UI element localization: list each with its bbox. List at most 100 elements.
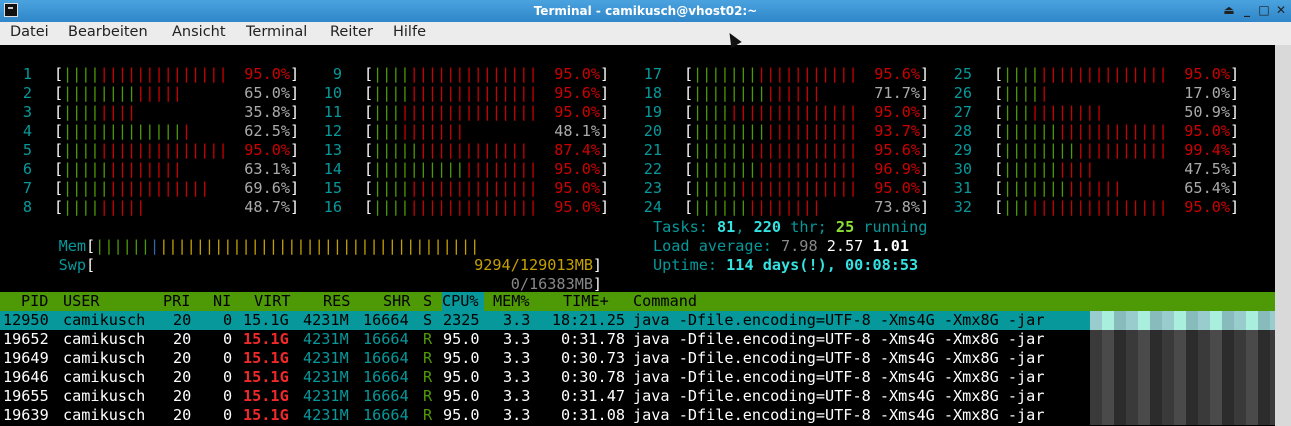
col-pid[interactable]: PID xyxy=(21,292,48,311)
process-pri: 20 xyxy=(173,311,192,329)
process-ni: 0 xyxy=(223,349,233,367)
cpu-meter-12: 12[|||||||||| 48.1%] xyxy=(310,122,610,141)
cpu-usage-bar: |||||||||| xyxy=(373,122,465,140)
cpu-usage-bar: ||||||||||||||||| xyxy=(373,141,529,159)
process-time: 18:21.25 xyxy=(551,311,625,329)
process-row[interactable]: 12950 camikusch 20 0 15.1G 4231M 16664 S 2325 3.3… xyxy=(0,311,1275,330)
process-user: camikusch xyxy=(63,406,146,424)
process-ni: 0 xyxy=(223,330,233,348)
process-shr: 16664 xyxy=(363,349,409,367)
cpu-number: 19 xyxy=(643,103,662,121)
maximize-window-icon[interactable]: □ xyxy=(1257,3,1271,17)
cpu-percent: 71.7% xyxy=(874,84,920,102)
cpu-percent: 93.7% xyxy=(874,122,920,140)
cpu-number: 3 xyxy=(22,103,32,121)
cpu-number: 29 xyxy=(953,141,972,159)
cpu-meter-32: 32[|||||||||||||||||| 95.0%] xyxy=(940,198,1240,217)
process-cpu: 95.0 xyxy=(443,349,480,367)
process-cmd: java -Dfile.encoding=UTF-8 -Xms4G -Xmx8G… xyxy=(633,311,1045,329)
window-titlebar[interactable]: Terminal - camikusch@vhost02:~ ⏏ _ □ ✕ xyxy=(0,0,1291,22)
cpu-usage-bar: |||||||||||||||||| xyxy=(1003,122,1168,140)
cpu-usage-bar: |||||||||||||||||| xyxy=(373,103,538,121)
col-state[interactable]: S xyxy=(423,292,432,311)
redacted-region xyxy=(1090,406,1275,425)
col-command[interactable]: Command xyxy=(633,292,697,311)
uptime-value: 114 days(!), 00:08:53 xyxy=(726,256,919,274)
uptime-line: Uptime: 114 days(!), 00:08:53 xyxy=(653,256,919,274)
redacted-region xyxy=(1090,349,1275,368)
cpu-number: 11 xyxy=(323,103,342,121)
menu-terminal[interactable]: Terminal xyxy=(246,24,307,40)
cpu-percent: 95.0% xyxy=(554,160,600,178)
col-cpu[interactable]: CPU% xyxy=(442,292,484,311)
process-mem: 3.3 xyxy=(503,330,531,348)
cpu-meter-26: 26[||||| 17.0%] xyxy=(940,84,1240,103)
col-res[interactable]: RES xyxy=(323,292,350,311)
running-count: 25 xyxy=(835,218,855,236)
shade-window-icon[interactable]: ⏏ xyxy=(1222,3,1236,17)
cpu-number: 15 xyxy=(323,179,342,197)
process-row[interactable]: 19649 camikusch 20 0 15.1G 4231M 16664 R 95.0 3.3… xyxy=(0,349,1275,368)
process-pri: 20 xyxy=(173,368,192,386)
process-row[interactable]: 19652 camikusch 20 0 15.1G 4231M 16664 R 95.0 3.3… xyxy=(0,330,1275,349)
cpu-number: 24 xyxy=(643,198,662,216)
process-row[interactable]: 19639 camikusch 20 0 15.1G 4231M 16664 R 95.0 3.3… xyxy=(0,406,1275,425)
cpu-number: 23 xyxy=(643,179,662,197)
cpu-percent: 65.4% xyxy=(1184,179,1230,197)
process-row[interactable]: 19646 camikusch 20 0 15.1G 4231M 16664 R 95.0 3.3… xyxy=(0,368,1275,387)
redacted-region xyxy=(1090,387,1275,406)
cpu-meter-25: 25[|||||||||||||||||| 95.0%] xyxy=(940,65,1240,84)
cpu-usage-bar: |||||||||||||||||| xyxy=(63,141,228,159)
cpu-percent: 95.6% xyxy=(874,65,920,83)
menu-ansicht[interactable]: Ansicht xyxy=(172,24,226,40)
cpu-meter-7: 7[|||||||||||||||| 69.6%] xyxy=(0,179,300,198)
process-time: 0:30.78 xyxy=(560,368,625,386)
process-s: R xyxy=(423,368,433,386)
cpu-percent: 95.0% xyxy=(244,141,290,159)
process-user: camikusch xyxy=(63,311,146,329)
menu-bearbeiten[interactable]: Bearbeiten xyxy=(68,24,148,40)
terminal-scrollbar[interactable] xyxy=(1275,45,1291,426)
process-row[interactable]: 19655 camikusch 20 0 15.1G 4231M 16664 R 95.0 3.3… xyxy=(0,387,1275,406)
cpu-meter-6: 6[||||||||||||| 63.1%] xyxy=(0,160,300,179)
cpu-meter-23: 23[|||||||||||||||||| 95.0%] xyxy=(630,179,930,198)
cpu-meter-4: 4[|||||||||||||| 62.5%] xyxy=(0,122,300,141)
cpu-percent: 47.5% xyxy=(1184,160,1230,178)
close-window-icon[interactable]: ✕ xyxy=(1274,3,1288,17)
cpu-percent: 73.8% xyxy=(874,198,920,216)
cpu-usage-bar: |||||||||||||||||| xyxy=(693,65,858,83)
menu-datei[interactable]: Datei xyxy=(10,24,49,40)
cpu-percent: 69.6% xyxy=(244,179,290,197)
cpu-percent: 48.7% xyxy=(244,198,290,216)
col-user[interactable]: USER xyxy=(63,292,100,311)
cpu-number: 16 xyxy=(323,198,342,216)
minimize-window-icon[interactable]: _ xyxy=(1240,3,1254,17)
process-s: R xyxy=(423,349,433,367)
process-shr: 16664 xyxy=(363,311,409,329)
cpu-number: 5 xyxy=(22,141,32,159)
col-virt[interactable]: VIRT xyxy=(254,292,291,311)
process-s: S xyxy=(423,311,433,329)
process-time: 0:31.78 xyxy=(560,330,625,348)
col-mem[interactable]: MEM% xyxy=(493,292,530,311)
process-res: 4231M xyxy=(303,387,349,405)
menu-reiter[interactable]: Reiter xyxy=(330,24,373,40)
cpu-percent: 95.0% xyxy=(554,65,600,83)
load-15: 1.01 xyxy=(872,237,910,255)
col-time[interactable]: TIME+ xyxy=(563,292,609,311)
col-ni[interactable]: NI xyxy=(213,292,231,311)
process-res: 4231M xyxy=(303,330,349,348)
load-5: 2.57 xyxy=(826,237,864,255)
cpu-usage-bar: |||||||||||||||||| xyxy=(693,179,858,197)
cpu-number: 25 xyxy=(953,65,972,83)
cpu-usage-bar: |||||||||||||| xyxy=(693,198,822,216)
col-shr[interactable]: SHR xyxy=(383,292,410,311)
cpu-percent: 95.0% xyxy=(244,65,290,83)
cpu-number: 30 xyxy=(953,160,972,178)
process-mem: 3.3 xyxy=(503,387,531,405)
col-pri[interactable]: PRI xyxy=(163,292,190,311)
cpu-usage-bar: |||||||||||||||||| xyxy=(1003,141,1168,159)
tasks-line: Tasks: 81, 220 thr; 25 running xyxy=(653,218,928,236)
process-pri: 20 xyxy=(173,387,192,405)
menu-hilfe[interactable]: Hilfe xyxy=(393,24,426,40)
